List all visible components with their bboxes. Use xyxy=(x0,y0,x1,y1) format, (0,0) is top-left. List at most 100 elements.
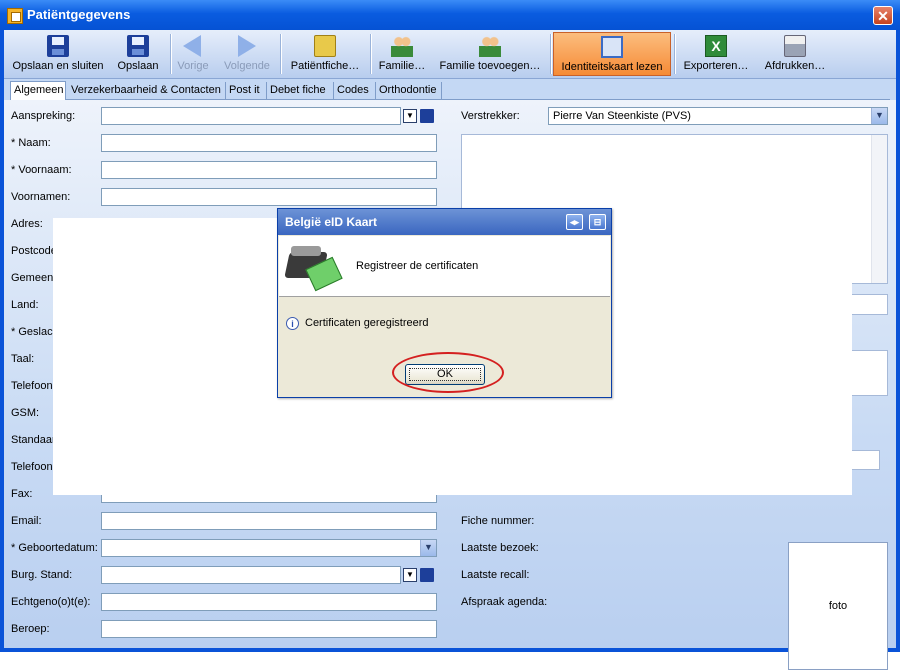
excel-icon: X xyxy=(705,35,727,57)
restore-icon[interactable]: ⊟ xyxy=(589,214,606,230)
eid-dialog: België eID Kaart ◂▸ ⊟ Registreer de cert… xyxy=(277,208,612,398)
previous-button[interactable]: Vorige xyxy=(172,32,214,76)
close-button[interactable]: ✕ xyxy=(873,6,893,25)
family-add-icon xyxy=(479,35,501,57)
tab-algemeen[interactable]: Algemeen xyxy=(10,81,66,100)
add-family-label: Familie toevoegen… xyxy=(439,60,541,72)
export-label: Exporteren… xyxy=(683,60,749,72)
verstrekker-label: Verstrekker: xyxy=(461,110,520,122)
laatste-bezoek-label: Laatste bezoek: xyxy=(461,542,539,554)
tab-verzekerbaarheid[interactable]: Verzekerbaarheid & Contacten xyxy=(68,82,226,99)
field-label: Fax: xyxy=(11,488,33,500)
field-label: * Geslach xyxy=(11,326,59,338)
family-button[interactable]: Familie… xyxy=(374,32,430,76)
print-button[interactable]: Afdrukken… xyxy=(760,32,830,76)
patient-file-button[interactable]: Patiëntfiche… xyxy=(284,32,366,76)
print-label: Afdrukken… xyxy=(764,60,826,72)
folder-icon xyxy=(314,35,336,57)
field-label: Telefoon xyxy=(11,461,53,473)
field-label: Taal: xyxy=(11,353,35,365)
tab-orthodontie[interactable]: Orthodontie xyxy=(376,82,442,99)
chevron-down-icon[interactable]: ▼ xyxy=(420,540,436,556)
voornaam-input[interactable] xyxy=(101,161,437,179)
add-family-button[interactable]: Familie toevoegen… xyxy=(434,32,546,76)
echtgenoot-input[interactable] xyxy=(101,593,437,611)
export-button[interactable]: X Exporteren… xyxy=(678,32,754,76)
read-id-card-button[interactable]: Identiteitskaart lezen xyxy=(553,32,671,76)
laatste-recall-label: Laatste recall: xyxy=(461,569,530,581)
read-id-card-label: Identiteitskaart lezen xyxy=(561,61,663,73)
save-icon[interactable] xyxy=(420,109,434,123)
save-and-close-label: Opslaan en sluiten xyxy=(12,60,104,72)
toolbar-separator xyxy=(280,34,282,74)
naam-input[interactable] xyxy=(101,134,437,152)
chevron-down-icon[interactable]: ▼ xyxy=(871,108,887,124)
tab-debet-fiche[interactable]: Debet fiche xyxy=(267,82,334,99)
expand-icon[interactable]: ◂▸ xyxy=(566,214,583,230)
field-label: GSM: xyxy=(11,407,40,419)
voornamen-input[interactable] xyxy=(101,188,437,206)
save-and-close-button[interactable]: Opslaan en sluiten xyxy=(10,32,106,76)
tab-post-it[interactable]: Post it xyxy=(226,82,267,99)
dropdown-icon[interactable]: ▼ xyxy=(403,568,417,582)
app-icon xyxy=(7,8,23,24)
save-icon xyxy=(47,35,69,57)
toolbar: Opslaan en sluiten Opslaan Vorige Volgen… xyxy=(4,30,896,79)
field-label: Voornamen: xyxy=(11,191,71,203)
dialog-header-message: Registreer de certificaten xyxy=(356,260,479,272)
toolbar-separator xyxy=(674,34,676,74)
save-label: Opslaan xyxy=(117,60,159,72)
field-label: * Voornaam: xyxy=(11,164,72,176)
next-button[interactable]: Volgende xyxy=(218,32,276,76)
next-label: Volgende xyxy=(224,60,270,72)
aanspreking-select[interactable] xyxy=(101,107,401,125)
dropdown-icon[interactable]: ▼ xyxy=(403,109,417,123)
title-bar: Patiëntgegevens ✕ xyxy=(0,0,900,30)
field-label: Telefoon xyxy=(11,380,53,392)
verstrekker-value: Pierre Van Steenkiste (PVS) xyxy=(553,110,691,122)
beroep-input[interactable] xyxy=(101,620,437,638)
previous-label: Vorige xyxy=(177,60,209,72)
email-input[interactable] xyxy=(101,512,437,530)
photo-box: foto xyxy=(788,542,888,670)
toolbar-separator xyxy=(370,34,372,74)
scrollbar[interactable] xyxy=(871,135,887,283)
burg-stand-select[interactable] xyxy=(101,566,401,584)
field-label: * Geboortedatum: xyxy=(11,542,98,554)
dialog-info-message: Certificaten geregistreerd xyxy=(305,317,429,329)
field-label: Burg. Stand: xyxy=(11,569,73,581)
field-label: Beroep: xyxy=(11,623,50,635)
afspraak-agenda-label: Afspraak agenda: xyxy=(461,596,548,608)
geboortedatum-select[interactable]: ▼ xyxy=(101,539,437,557)
toolbar-separator xyxy=(550,34,552,74)
field-label: Standaar xyxy=(11,434,56,446)
save-button[interactable]: Opslaan xyxy=(110,32,166,76)
save-icon xyxy=(127,35,149,57)
dialog-header: Registreer de certificaten xyxy=(279,236,610,297)
field-label: Postcode xyxy=(11,245,57,257)
arrow-left-icon xyxy=(183,35,201,57)
fiche-nummer-label: Fiche nummer: xyxy=(461,515,535,527)
field-label: Aanspreking: xyxy=(11,110,76,122)
patient-window: Patiëntgegevens ✕ Opslaan en sluiten Ops… xyxy=(0,0,900,670)
printer-icon xyxy=(784,35,806,57)
save-icon[interactable] xyxy=(420,568,434,582)
field-label: Echtgeno(o)t(e): xyxy=(11,596,91,608)
spinner[interactable] xyxy=(850,450,880,470)
field-label: * Naam: xyxy=(11,137,51,149)
highlight-circle xyxy=(392,352,504,393)
dialog-title-bar: België eID Kaart ◂▸ ⊟ xyxy=(278,209,611,235)
id-card-icon xyxy=(601,36,623,58)
patient-file-label: Patiëntfiche… xyxy=(290,60,360,72)
dialog-title: België eID Kaart xyxy=(285,215,378,229)
tab-strip: Algemeen Verzekerbaarheid & Contacten Po… xyxy=(10,81,890,100)
card-reader-icon xyxy=(284,242,343,292)
family-icon xyxy=(391,35,413,57)
right-box[interactable] xyxy=(850,350,888,396)
info-icon: i xyxy=(286,317,299,330)
right-field[interactable] xyxy=(850,294,888,315)
card-reader-top xyxy=(291,246,321,256)
field-label: Email: xyxy=(11,515,42,527)
verstrekker-select[interactable]: Pierre Van Steenkiste (PVS) ▼ xyxy=(548,107,888,125)
tab-codes[interactable]: Codes xyxy=(334,82,376,99)
